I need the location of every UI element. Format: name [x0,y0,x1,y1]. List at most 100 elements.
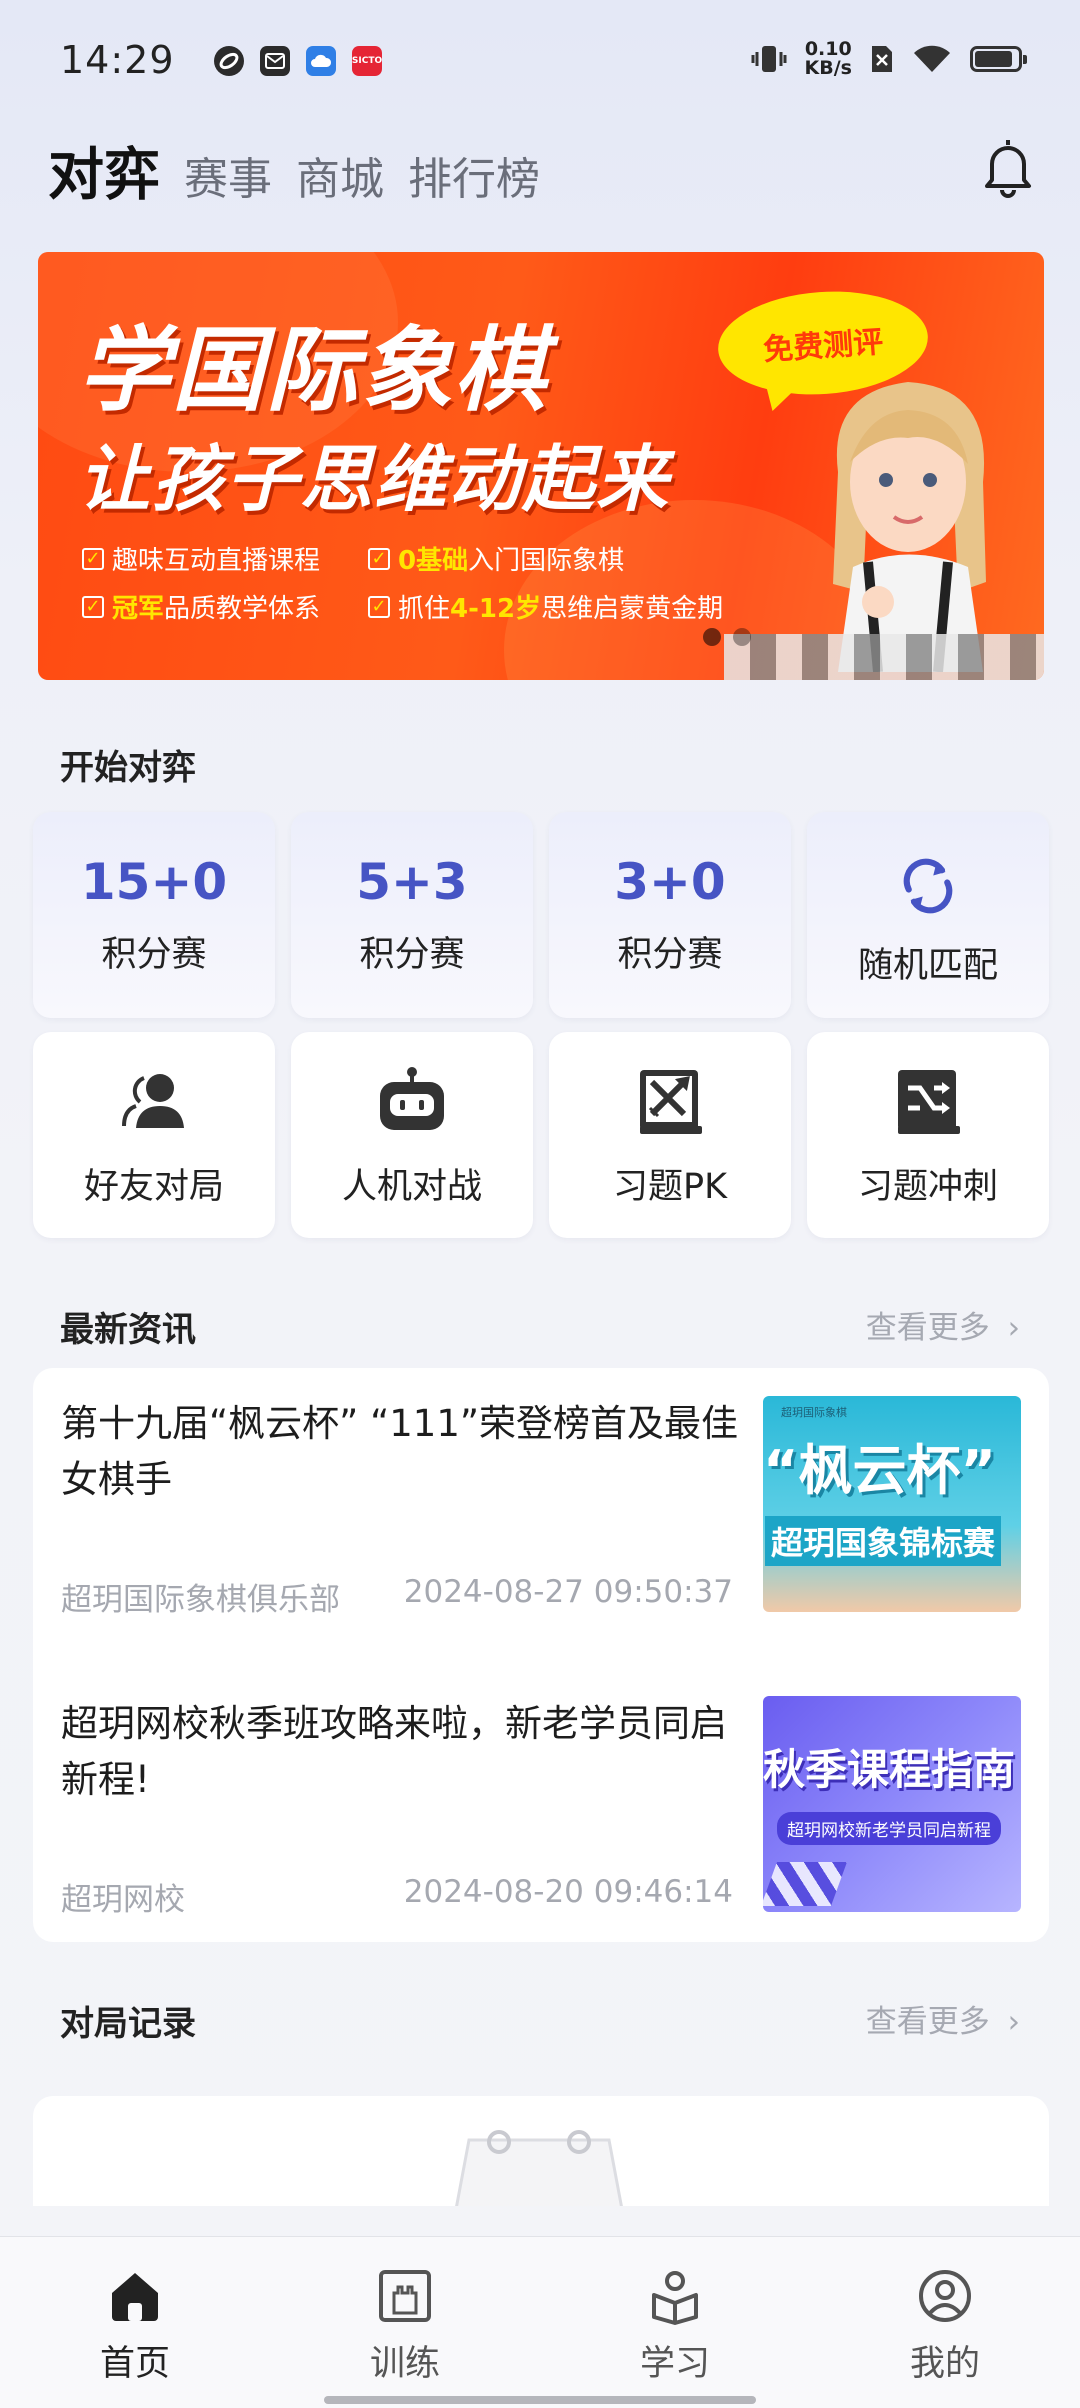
puzzle-rush-icon [898,1069,960,1134]
training-icon [379,2270,431,2322]
robot-icon [380,1066,444,1130]
banner-feature: ✓ 冠军 品质教学体系 [82,588,320,625]
friend-match-button[interactable]: 好友对局 [33,1032,275,1238]
chevron-right-icon: › [1007,1310,1020,1346]
mode-label: 好友对局 [83,1166,224,1207]
thumb-subtitle: 超玥国象锦标赛 [765,1516,1002,1566]
banner-feature: ✓ 趣味互动直播课程 [82,540,320,577]
status-app-icons: SICTO [214,46,382,76]
random-match-button[interactable]: 随机匹配 [807,812,1049,1018]
news-title: 最新资讯 [60,1310,196,1350]
news-see-more[interactable]: 查看更多 › [866,1302,1020,1347]
news-thumbnail: 超玥国际象棋 “枫云杯” 超玥国象锦标赛 [763,1396,1021,1612]
mode-label: 人机对战 [341,1166,482,1207]
news-item-date: 2024-08-20 09:46:14 [403,1874,733,1910]
records-title: 对局记录 [60,2004,196,2044]
banner-feature: ✓ 0基础 入门国际象棋 [368,540,624,577]
check-icon: ✓ [82,547,104,570]
chevron-right-icon: › [1007,2004,1020,2040]
status-time: 14:29 [60,38,175,82]
news-item[interactable]: 第十九届“枫云杯” “111”荣登榜首及最佳女棋手 超玥国际象棋俱乐部 2024… [61,1396,1021,1618]
mode-label: 积分赛 [617,934,723,975]
see-more-label: 查看更多 [865,2004,990,2040]
cloud-app-icon [306,46,336,76]
status-bar: 14:29 SICTO 0.10 KB/s [0,0,1080,120]
check-icon: ✓ [368,547,390,570]
chessboard-graphic [763,1862,848,1906]
mode-time-control: 15+0 [80,852,228,911]
nav-training[interactable]: 训练 [270,2237,540,2408]
tab-shop[interactable]: 商城 [296,143,384,207]
pagination-dot [703,628,721,646]
vs-computer-button[interactable]: 人机对战 [291,1032,533,1238]
tab-ranking[interactable]: 排行榜 [408,143,540,207]
check-icon: ✓ [368,595,390,618]
nav-label: 学习 [639,2344,710,2384]
check-icon: ✓ [82,595,104,618]
network-speed: 0.10 KB/s [804,38,852,79]
banner-feature: ✓ 抓住 4-12岁 思维启蒙黄金期 [368,588,723,625]
vibrate-icon [751,46,787,72]
mode-time-control: 3+0 [614,852,726,911]
mode-3-0-button[interactable]: 3+0 积分赛 [549,812,791,1018]
thumb-tag: 超玥国际象棋 [781,1406,847,1419]
learn-icon [652,2271,698,2325]
news-item-title: 超玥网校秋季班攻略来啦，新老学员同启新程! [61,1702,727,1801]
friends-icon [122,1073,184,1128]
bell-icon[interactable] [976,134,1040,198]
mode-15-0-button[interactable]: 15+0 积分赛 [33,812,275,1018]
game-mode-grid: 15+0 积分赛 5+3 积分赛 3+0 积分赛 随机匹配 好友对局 人机对战 … [33,812,1049,1238]
refresh-icon [903,858,953,913]
mode-label: 习题冲刺 [857,1166,998,1207]
banner-pagination [703,628,751,646]
swirl-app-icon [214,46,244,76]
bottom-navigation: 首页 训练 学习 我的 [0,2236,1080,2408]
mode-label: 随机匹配 [857,945,998,986]
nav-label: 训练 [369,2344,440,2384]
tab-events[interactable]: 赛事 [184,143,272,207]
tab-play[interactable]: 对弈 [48,130,160,211]
mode-label: 积分赛 [359,934,465,975]
news-card: 第十九届“枫云杯” “111”荣登榜首及最佳女棋手 超玥国际象棋俱乐部 2024… [33,1368,1049,1942]
banner-subtitle: 让孩子思维动起来 [78,437,671,521]
thumb-title: 秋季课程指南 [763,1745,1016,1794]
news-item-source: 超玥网校 [61,1882,185,1918]
see-more-label: 查看更多 [865,1310,990,1346]
nav-profile[interactable]: 我的 [810,2237,1080,2408]
news-item-source: 超玥国际象棋俱乐部 [61,1582,340,1618]
puzzle-rush-button[interactable]: 习题冲刺 [807,1032,1049,1238]
news-item[interactable]: 超玥网校秋季班攻略来啦，新老学员同启新程! 超玥网校 2024-08-20 09… [61,1696,1021,1918]
news-item-date: 2024-08-27 09:50:37 [403,1574,733,1610]
battery-icon [970,46,1027,72]
mode-label: 习题PK [612,1166,728,1207]
records-see-more[interactable]: 查看更多 › [866,1996,1020,2041]
girl-illustration [833,382,986,672]
puzzle-pk-button[interactable]: 习题PK [549,1032,791,1238]
banner-title: 学国际象棋 [78,317,549,424]
empty-calendar-icon [455,2130,623,2206]
top-tabs: 对弈 赛事 商城 排行榜 [48,130,540,211]
nav-label: 首页 [99,2344,170,2384]
thumb-title: “枫云杯” [763,1439,996,1502]
records-card [33,2096,1049,2206]
thumb-subtitle: 超玥网校新老学员同启新程 [777,1812,1001,1845]
profile-icon [919,2270,971,2322]
nav-label: 我的 [909,2344,980,2384]
red-app-icon: SICTO [352,46,382,76]
news-item-title: 第十九届“枫云杯” “111”荣登榜首及最佳女棋手 [61,1402,739,1501]
news-thumbnail: 秋季课程指南 超玥网校新老学员同启新程 [763,1696,1021,1912]
nav-learn[interactable]: 学习 [540,2237,810,2408]
mail-app-icon [260,46,290,76]
home-icon [112,2273,158,2321]
home-indicator[interactable] [324,2396,756,2404]
chessboard-graphic [724,634,1044,680]
mode-time-control: 5+3 [356,852,468,911]
start-game-title: 开始对弈 [60,748,196,788]
status-indicators: 0.10 KB/s [751,38,1027,79]
mode-label: 积分赛 [101,934,207,975]
mode-5-3-button[interactable]: 5+3 积分赛 [291,812,533,1018]
promo-banner[interactable]: 学国际象棋 让孩子思维动起来 免费测评 ✓ 趣味互动直播课程 ✓ 0基础 入门国际… [38,252,1044,680]
nav-home[interactable]: 首页 [0,2237,270,2408]
puzzle-pk-icon [640,1069,702,1134]
wifi-icon [914,45,950,72]
